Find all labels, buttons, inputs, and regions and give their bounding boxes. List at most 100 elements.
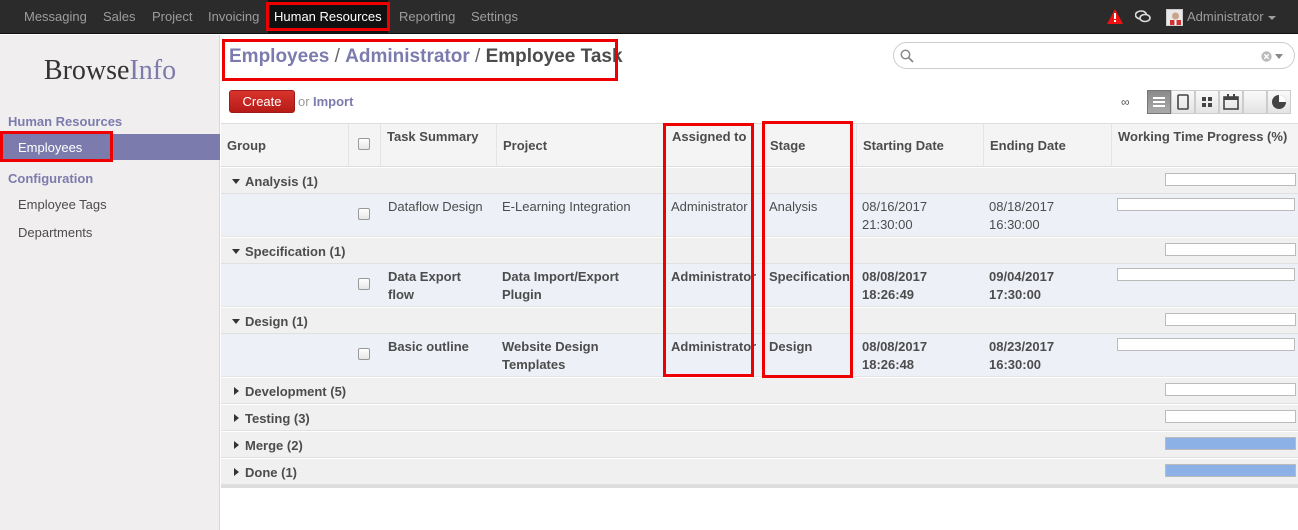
search-box[interactable] — [893, 42, 1295, 69]
sidebar: BrowseInfo Human Resources Employees Con… — [0, 35, 220, 530]
gantt-view-button[interactable] — [1243, 90, 1267, 114]
breadcrumb: Employees / Administrator / Employee Tas… — [229, 46, 623, 68]
warning-icon[interactable] — [1107, 9, 1123, 24]
group-label[interactable]: Analysis (1) — [245, 174, 318, 189]
cell-assigned-to: Administrator — [671, 269, 757, 284]
search-input[interactable] — [918, 46, 1248, 65]
avatar[interactable] — [1166, 9, 1183, 26]
cell-assigned-to: Administrator — [671, 339, 757, 354]
group-progress-bar — [1165, 464, 1296, 477]
column-header-select — [349, 123, 381, 167]
menu-messaging[interactable]: Messaging — [24, 0, 87, 34]
group-row-analysis-1[interactable]: Analysis (1) — [221, 167, 1298, 194]
calendar-icon — [1223, 94, 1239, 110]
chat-icon[interactable] — [1135, 10, 1151, 24]
group-progress-fill — [1166, 438, 1295, 449]
list-view-button[interactable] — [1147, 90, 1171, 114]
caret-down-icon[interactable] — [232, 179, 240, 184]
sidebar-item-employee-tags[interactable]: Employee Tags — [18, 197, 107, 212]
page-title: Employee Task — [485, 46, 623, 67]
sidebar-item-departments[interactable]: Departments — [18, 225, 92, 240]
list-icon — [1153, 97, 1165, 107]
group-progress-bar — [1165, 383, 1296, 396]
column-header-stage[interactable]: Stage — [764, 123, 857, 167]
create-button[interactable]: Create — [229, 90, 295, 113]
cell-stage: Design — [769, 339, 813, 354]
column-header-project[interactable]: Project — [497, 123, 666, 167]
group-row-design-1[interactable]: Design (1) — [221, 307, 1298, 334]
column-header-assigned-to[interactable]: Assigned to — [666, 123, 764, 167]
chevron-down-icon[interactable] — [1268, 16, 1276, 20]
row-checkbox[interactable] — [358, 348, 370, 360]
clear-icon[interactable] — [1261, 51, 1272, 62]
row-checkbox[interactable] — [358, 208, 370, 220]
graph-view-button[interactable] — [1267, 90, 1291, 114]
caret-down-icon[interactable] — [232, 319, 240, 324]
group-label[interactable]: Testing (3) — [245, 411, 310, 426]
caret-right-icon[interactable] — [234, 387, 239, 395]
import-link[interactable]: Import — [313, 94, 353, 109]
pager-infinity[interactable]: ∞ — [1121, 95, 1130, 109]
group-progress-bar — [1165, 437, 1296, 450]
row-progress-bar — [1117, 338, 1295, 351]
caret-right-icon[interactable] — [234, 414, 239, 422]
group-progress-bar — [1165, 173, 1296, 186]
search-options-caret-icon[interactable] — [1275, 54, 1283, 59]
table-row[interactable]: Basic outline Website Design Templates Admi… — [221, 334, 1298, 377]
group-row-merge-2[interactable]: Merge (2) — [221, 431, 1298, 458]
group-row-specification-1[interactable]: Specification (1) — [221, 237, 1298, 264]
breadcrumb-separator: / — [475, 46, 481, 67]
menu-sales[interactable]: Sales — [103, 0, 136, 34]
group-row-done-1[interactable]: Done (1) — [221, 458, 1298, 485]
cell-task-summary: Basic outline — [388, 339, 469, 354]
group-progress-bar — [1165, 313, 1296, 326]
form-view-button[interactable] — [1171, 90, 1195, 114]
group-label[interactable]: Specification (1) — [245, 244, 345, 259]
search-icon — [900, 49, 914, 63]
group-progress-fill — [1166, 465, 1295, 476]
cell-starting-date: 08/16/2017 — [862, 199, 928, 214]
calendar-view-button[interactable] — [1219, 90, 1243, 114]
column-header-task-summary[interactable]: Task Summary — [381, 123, 497, 167]
row-progress-bar — [1117, 268, 1295, 281]
row-progress-bar — [1117, 198, 1295, 211]
column-header-progress[interactable]: Working Time Progress (%) — [1112, 123, 1298, 167]
cell-starting-time: 21:30:00 — [862, 217, 913, 232]
column-header-starting-date[interactable]: Starting Date — [857, 123, 984, 167]
column-header-ending-date[interactable]: Ending Date — [984, 123, 1112, 167]
group-label[interactable]: Design (1) — [245, 314, 308, 329]
menu-human-resources[interactable]: Human Resources — [268, 0, 388, 34]
breadcrumb-separator: / — [334, 46, 340, 67]
column-header-group[interactable]: Group — [221, 123, 349, 167]
menu-project[interactable]: Project — [152, 0, 192, 34]
table-row[interactable]: Data Export flow Data Import/Export Plugin A… — [221, 264, 1298, 307]
or-label: or — [298, 94, 310, 109]
group-label[interactable]: Merge (2) — [245, 438, 303, 453]
sidebar-item-employees-label[interactable]: Employees — [18, 140, 82, 155]
cell-project: E-Learning Integration — [502, 199, 631, 214]
group-label[interactable]: Done (1) — [245, 465, 297, 480]
table-row[interactable]: Dataflow Design E-Learning Integration Adm… — [221, 194, 1298, 237]
group-row-testing-3[interactable]: Testing (3) — [221, 404, 1298, 431]
caret-right-icon[interactable] — [234, 441, 239, 449]
pie-chart-icon — [1272, 95, 1286, 109]
cell-ending-date: 08/18/2017 — [989, 199, 1055, 214]
breadcrumb-administrator[interactable]: Administrator — [345, 46, 470, 67]
menu-settings[interactable]: Settings — [471, 0, 518, 34]
caret-right-icon[interactable] — [234, 468, 239, 476]
row-checkbox[interactable] — [358, 278, 370, 290]
group-label[interactable]: Development (5) — [245, 384, 346, 399]
user-menu-name[interactable]: Administrator — [1187, 0, 1264, 34]
group-row-development-5[interactable]: Development (5) — [221, 377, 1298, 404]
menu-invoicing[interactable]: Invoicing — [208, 0, 259, 34]
cell-stage: Specification — [769, 269, 850, 284]
breadcrumb-employees[interactable]: Employees — [229, 46, 329, 67]
cell-project-line2: Templates — [502, 357, 566, 372]
menu-reporting[interactable]: Reporting — [399, 0, 455, 34]
select-all-checkbox[interactable] — [358, 138, 370, 150]
table-footer — [221, 485, 1298, 488]
cell-ending-time: 16:30:00 — [989, 217, 1040, 232]
caret-down-icon[interactable] — [232, 249, 240, 254]
kanban-view-button[interactable] — [1195, 90, 1219, 114]
company-logo: BrowseInfo — [43, 55, 177, 86]
